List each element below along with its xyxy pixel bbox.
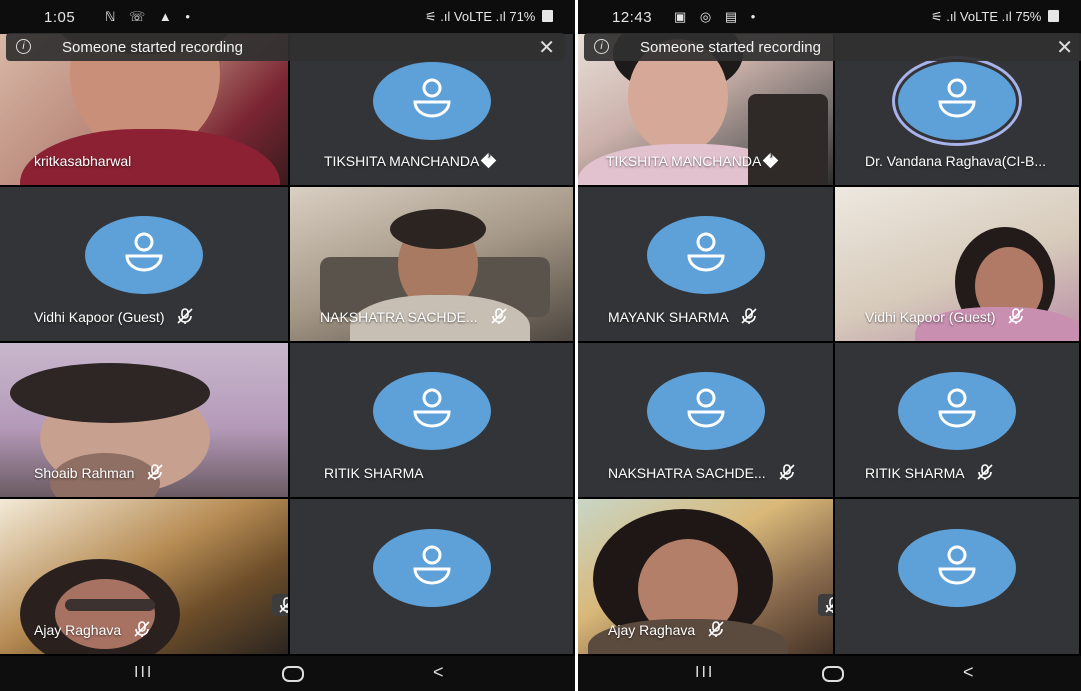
person-icon (412, 388, 451, 428)
participant-name: TIKSHITA MANCHANDA (606, 152, 779, 169)
muted-badge (272, 594, 288, 616)
participant-tile[interactable]: RITIK SHARMA (290, 343, 575, 499)
home-button[interactable] (282, 666, 304, 682)
avatar (646, 216, 765, 294)
avatar (372, 528, 491, 607)
android-nav-bar: III < (578, 656, 1081, 691)
participant-tile[interactable]: Vidhi Kapoor (Guest) (835, 187, 1081, 343)
participant-tile[interactable] (835, 499, 1081, 656)
battery-percent: 71% (509, 9, 536, 24)
participant-name: TIKSHITA MANCHANDA (324, 152, 497, 169)
person-icon (686, 232, 725, 272)
home-button[interactable] (822, 666, 844, 682)
signal-battery: ⚟ .ıl VoLTE .ıl 71% (425, 9, 553, 25)
notification-icons: ℕ ☏ ▲ • (105, 9, 195, 24)
participant-name: RITIK SHARMA (324, 465, 424, 481)
mic-off-icon (1008, 308, 1024, 324)
participant-tile[interactable]: RITIK SHARMA (835, 343, 1081, 499)
participant-name: MAYANK SHARMA (608, 307, 758, 325)
mic-off-icon (490, 308, 507, 324)
close-icon[interactable]: ✕ (1056, 35, 1073, 60)
android-nav-bar: III < (0, 656, 575, 691)
participant-name: Ajay Raghava (608, 620, 725, 638)
mic-off-icon (741, 308, 757, 324)
participant-tile[interactable]: Shoaib Rahman (0, 343, 290, 499)
back-button[interactable]: < (963, 662, 974, 683)
participant-tile[interactable]: MAYANK SHARMA (578, 187, 835, 343)
participant-tile[interactable]: Vidhi Kapoor (Guest) (0, 187, 290, 343)
mic-off-icon (147, 464, 163, 480)
mic-off-icon (825, 597, 833, 613)
battery-percent: 75% (1015, 9, 1042, 24)
person-icon (938, 78, 976, 117)
info-icon: i (594, 39, 609, 54)
pin-icon (481, 152, 497, 169)
participant-name: Shoaib Rahman (34, 463, 164, 481)
participant-tile[interactable]: Ajay Raghava (578, 499, 835, 656)
participant-grid: kritkasabharwal TIKSHITA MANCHANDA Vidhi… (0, 34, 575, 656)
participant-name: kritkasabharwal (34, 153, 132, 169)
back-button[interactable]: < (433, 662, 444, 683)
status-bar: 1:05 ℕ ☏ ▲ • ⚟ .ıl VoLTE .ıl 71% (0, 0, 575, 34)
notification-icons: ▣ ◎ ▤ • (674, 9, 761, 24)
participant-name: Dr. Vandana Raghava(CI-B... (865, 153, 1047, 169)
person-icon (938, 545, 976, 584)
participant-tile[interactable]: NAKSHATRA SACHDE... (290, 187, 575, 343)
avatar (646, 372, 765, 450)
recording-banner: i Someone started recording ✕ (6, 33, 565, 61)
avatar (372, 61, 491, 140)
avatar (85, 216, 203, 294)
avatar (372, 372, 491, 450)
mic-off-icon (977, 464, 993, 480)
pin-icon (763, 152, 779, 169)
mic-off-icon (778, 464, 795, 480)
signal-battery: ⚟ .ıl VoLTE .ıl 75% (931, 9, 1059, 25)
participant-tile[interactable]: NAKSHATRA SACHDE... (578, 343, 835, 499)
participant-grid: TIKSHITA MANCHANDA Dr. Vandana Raghava(C… (578, 34, 1081, 656)
person-icon (686, 388, 725, 428)
battery-icon (1048, 10, 1059, 22)
status-time: 1:05 (44, 9, 76, 26)
mic-off-icon (708, 621, 724, 637)
person-icon (412, 78, 451, 117)
phone-screen-right: 12:43 ▣ ◎ ▤ • ⚟ .ıl VoLTE .ıl 75% TIKSHI… (578, 0, 1081, 691)
person-icon (125, 232, 163, 272)
recent-apps-button[interactable]: III (695, 664, 714, 682)
mic-off-icon (177, 308, 193, 324)
signal-icon: ⚟ .ıl VoLTE .ıl (424, 9, 506, 24)
mic-off-icon (279, 597, 288, 613)
muted-badge (818, 594, 833, 616)
info-icon: i (16, 39, 31, 54)
participant-name: Vidhi Kapoor (Guest) (34, 307, 194, 325)
participant-name: Vidhi Kapoor (Guest) (865, 307, 1025, 325)
status-bar: 12:43 ▣ ◎ ▤ • ⚟ .ıl VoLTE .ıl 75% (578, 0, 1081, 34)
participant-name: NAKSHATRA SACHDE... (320, 307, 508, 325)
avatar-speaking (898, 61, 1016, 140)
mic-off-icon (134, 621, 150, 637)
banner-text: Someone started recording (62, 39, 243, 56)
participant-tile[interactable] (290, 499, 575, 656)
recent-apps-button[interactable]: III (134, 664, 153, 682)
banner-text: Someone started recording (640, 39, 821, 56)
person-icon (938, 388, 976, 428)
participant-name: NAKSHATRA SACHDE... (608, 463, 796, 481)
avatar (898, 528, 1016, 607)
close-icon[interactable]: ✕ (538, 35, 555, 60)
status-time: 12:43 (612, 9, 653, 26)
battery-icon (542, 10, 553, 22)
participant-name: RITIK SHARMA (865, 463, 994, 481)
phone-screen-left: 1:05 ℕ ☏ ▲ • ⚟ .ıl VoLTE .ıl 71% kritkas… (0, 0, 575, 691)
participant-tile[interactable]: Ajay Raghava (0, 499, 290, 656)
avatar (898, 372, 1016, 450)
person-icon (412, 545, 451, 584)
recording-banner: i Someone started recording ✕ (584, 33, 1081, 61)
signal-icon: ⚟ .ıl VoLTE .ıl (930, 9, 1012, 24)
participant-name: Ajay Raghava (34, 620, 151, 638)
